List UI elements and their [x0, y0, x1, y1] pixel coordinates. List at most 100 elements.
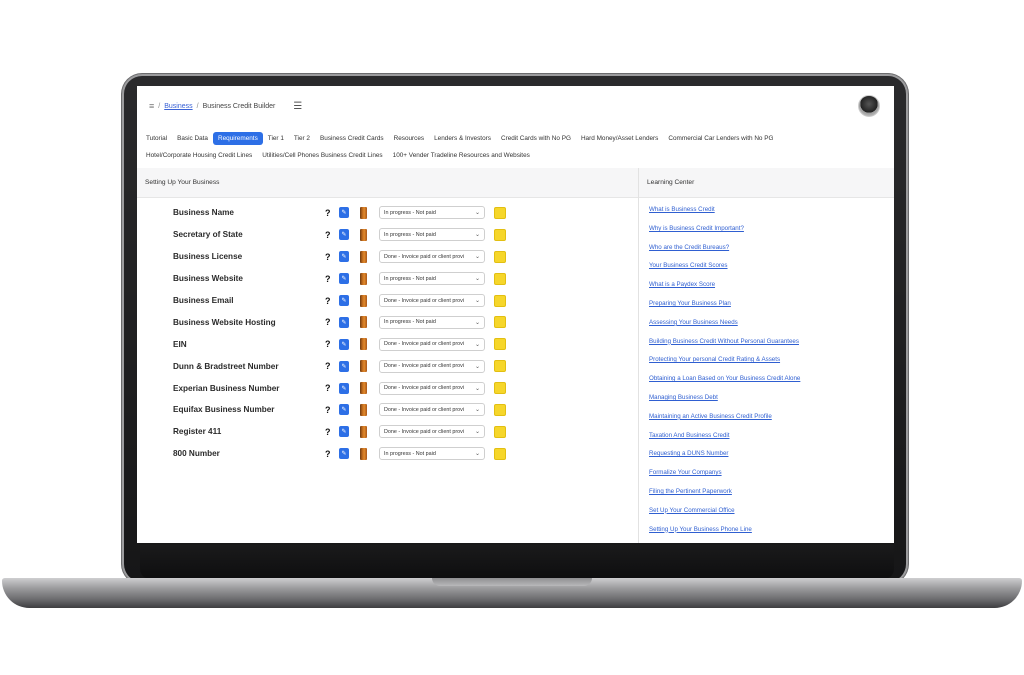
book-icon[interactable] — [360, 447, 367, 460]
note-icon[interactable] — [494, 360, 506, 373]
status-select[interactable]: Done - Invoice paid or client provi ⌄ — [379, 425, 485, 439]
learning-center-link[interactable]: Assessing Your Business Needs — [649, 319, 800, 338]
book-icon[interactable] — [360, 382, 367, 395]
tab-business-credit-cards[interactable]: Business Credit Cards — [315, 132, 389, 145]
help-icon[interactable]: ? — [325, 274, 331, 284]
learning-center-link[interactable]: What is a Paydex Score — [649, 281, 800, 300]
status-select[interactable]: Done - Invoice paid or client provi ⌄ — [379, 381, 485, 395]
help-icon[interactable]: ? — [325, 383, 331, 393]
edit-icon[interactable]: ✎ — [339, 207, 349, 219]
help-icon[interactable]: ? — [325, 405, 331, 415]
learning-center-link[interactable]: Requesting a DUNS Number — [649, 450, 800, 469]
status-select[interactable]: In progress - Not paid ⌄ — [379, 272, 485, 286]
edit-icon[interactable]: ✎ — [339, 251, 349, 263]
learning-center-link[interactable]: Filing the Pertinent Paperwork — [649, 488, 800, 507]
edit-icon[interactable]: ✎ — [339, 273, 349, 285]
status-select[interactable]: Done - Invoice paid or client provi ⌄ — [379, 403, 485, 417]
note-icon[interactable] — [494, 272, 506, 285]
note-icon[interactable] — [494, 250, 506, 263]
learning-center-link[interactable]: Setting Up Your Business Phone Line — [649, 526, 800, 543]
learning-center-link[interactable]: Protecting Your personal Credit Rating &… — [649, 356, 800, 375]
edit-icon[interactable]: ✎ — [339, 382, 349, 394]
edit-icon[interactable]: ✎ — [339, 338, 349, 350]
book-icon[interactable] — [360, 206, 367, 219]
help-icon[interactable]: ? — [325, 208, 331, 218]
help-icon[interactable]: ? — [325, 427, 331, 437]
status-select[interactable]: Done - Invoice paid or client provi ⌄ — [379, 359, 485, 373]
learning-center-link[interactable]: Your Business Credit Scores — [649, 262, 800, 281]
help-icon[interactable]: ? — [325, 230, 331, 240]
tab-resources[interactable]: Resources — [389, 132, 430, 145]
breadcrumb-business-link[interactable]: Business — [164, 103, 192, 110]
status-select[interactable]: In progress - Not paid ⌄ — [379, 228, 485, 242]
status-select-value: Done - Invoice paid or client provi — [384, 363, 465, 370]
tab-requirements[interactable]: Requirements — [212, 132, 263, 145]
edit-icon[interactable]: ✎ — [339, 295, 349, 306]
note-icon[interactable] — [494, 316, 506, 329]
tab-tier-2[interactable]: Tier 2 — [289, 132, 315, 145]
status-select[interactable]: Done - Invoice paid or client provi ⌄ — [379, 250, 485, 264]
learning-center-link[interactable]: Set Up Your Commercial Office — [649, 507, 800, 526]
book-icon[interactable] — [360, 294, 367, 307]
edit-icon[interactable]: ✎ — [339, 229, 349, 241]
book-icon[interactable] — [360, 338, 367, 351]
book-icon[interactable] — [360, 425, 367, 438]
status-select[interactable]: Done - Invoice paid or client provi ⌄ — [379, 337, 485, 351]
tab-basic-data[interactable]: Basic Data — [172, 132, 213, 145]
book-icon[interactable] — [360, 228, 367, 241]
edit-icon[interactable]: ✎ — [339, 448, 349, 460]
tab-100-vender-tradeline-resources-and-websites[interactable]: 100+ Vender Tradeline Resources and Webs… — [388, 149, 535, 162]
help-icon[interactable]: ? — [325, 339, 331, 349]
status-select[interactable]: Done - Invoice paid or client provi ⌄ — [379, 294, 485, 307]
list-icon[interactable]: ≡ — [149, 101, 154, 111]
learning-center-link[interactable]: Maintaining an Active Business Credit Pr… — [649, 413, 800, 432]
tab-tier-1[interactable]: Tier 1 — [263, 132, 289, 145]
edit-icon[interactable]: ✎ — [339, 360, 349, 372]
edit-icon[interactable]: ✎ — [339, 404, 349, 416]
learning-center-link[interactable]: Formalize Your Companys — [649, 469, 800, 488]
learning-center-link[interactable]: What is Business Credit — [649, 206, 800, 225]
help-icon[interactable]: ? — [325, 361, 331, 371]
tab-tutorial[interactable]: Tutorial — [141, 132, 172, 145]
help-icon[interactable]: ? — [325, 317, 331, 327]
book-icon[interactable] — [360, 250, 367, 263]
chevron-down-icon: ⌄ — [474, 385, 480, 392]
tab-credit-cards-with-no-pg[interactable]: Credit Cards with No PG — [496, 132, 576, 145]
chevron-down-icon: ⌄ — [474, 276, 480, 283]
note-icon[interactable] — [494, 403, 506, 416]
note-icon[interactable] — [494, 206, 506, 219]
note-icon[interactable] — [494, 382, 506, 395]
learning-center-link[interactable]: Taxation And Business Credit — [649, 432, 800, 451]
note-icon[interactable] — [494, 294, 506, 307]
book-icon[interactable] — [360, 403, 367, 416]
hamburger-menu-icon[interactable]: ☰ — [293, 101, 302, 112]
book-icon[interactable] — [360, 360, 367, 373]
help-icon[interactable]: ? — [325, 449, 331, 459]
tab-hard-money-asset-lenders[interactable]: Hard Money/Asset Lenders — [576, 132, 663, 145]
learning-center-link[interactable]: Building Business Credit Without Persona… — [649, 338, 800, 357]
learning-center-link[interactable]: Who are the Credit Bureaus? — [649, 244, 800, 263]
learning-center-link[interactable]: Managing Business Debt — [649, 394, 800, 413]
tab-lenders-investors[interactable]: Lenders & Investors — [429, 132, 496, 145]
note-icon[interactable] — [494, 425, 506, 438]
tab-commercial-car-lenders-with-no-pg[interactable]: Commercial Car Lenders with No PG — [663, 132, 778, 145]
status-select[interactable]: In progress - Not paid ⌄ — [379, 206, 485, 220]
note-icon[interactable] — [494, 447, 506, 460]
edit-icon[interactable]: ✎ — [339, 426, 349, 438]
help-icon[interactable]: ? — [325, 252, 331, 262]
book-icon[interactable] — [360, 316, 367, 329]
book-icon[interactable] — [360, 272, 367, 285]
avatar[interactable] — [858, 95, 880, 117]
learning-center-link[interactable]: Why is Business Credit Important? — [649, 225, 800, 244]
tab-utilities-cell-phones-business-credit-lines[interactable]: Utilities/Cell Phones Business Credit Li… — [257, 149, 387, 162]
learning-center-link[interactable]: Preparing Your Business Plan — [649, 300, 800, 319]
requirement-name: Business Name — [173, 208, 234, 218]
status-select[interactable]: In progress - Not paid ⌄ — [379, 315, 485, 329]
note-icon[interactable] — [494, 228, 506, 241]
status-select[interactable]: In progress - Not paid ⌄ — [379, 447, 485, 461]
edit-icon[interactable]: ✎ — [339, 316, 349, 328]
note-icon[interactable] — [494, 338, 506, 351]
help-icon[interactable]: ? — [325, 296, 331, 306]
learning-center-link[interactable]: Obtaining a Loan Based on Your Business … — [649, 375, 800, 394]
tab-hotel-corporate-housing-credit-lines[interactable]: Hotel/Corporate Housing Credit Lines — [141, 149, 257, 162]
